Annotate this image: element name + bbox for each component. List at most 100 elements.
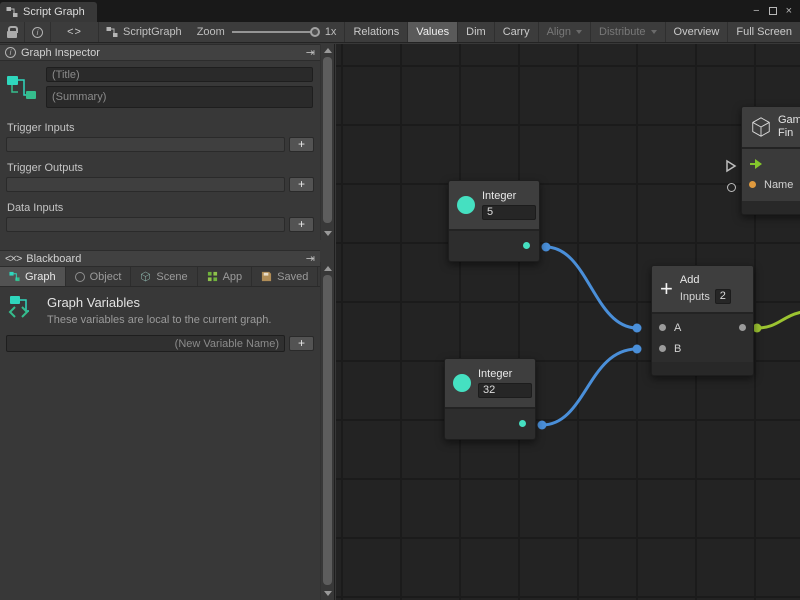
zoom-slider[interactable] xyxy=(232,31,318,33)
scene-tab-icon xyxy=(140,271,151,282)
tab-object-label: Object xyxy=(90,271,122,283)
node-ports xyxy=(445,409,535,439)
blackboard-tabs: Graph Object Scene App xyxy=(0,267,320,287)
inputs-count-field[interactable]: 2 xyxy=(715,289,731,304)
name-input-port[interactable] xyxy=(749,181,756,188)
inspect-button[interactable]: i xyxy=(25,22,51,42)
output-port[interactable] xyxy=(519,420,526,427)
node-integer-5[interactable]: Integer 5 xyxy=(448,180,540,262)
graph-variables-block: Graph Variables These variables are loca… xyxy=(0,287,320,330)
integer-type-icon xyxy=(457,196,475,214)
edit-source-button[interactable]: <> xyxy=(51,22,99,42)
graph-summary-input[interactable] xyxy=(46,86,313,108)
tab-scene[interactable]: Scene xyxy=(131,267,197,286)
maximize-icon[interactable] xyxy=(769,7,777,15)
blackboard-scrollbar[interactable] xyxy=(320,262,334,600)
distribute-button[interactable]: Distribute xyxy=(590,22,664,42)
dock-icon[interactable]: ⇥ xyxy=(306,46,315,59)
dock-icon[interactable]: ⇥ xyxy=(306,252,315,265)
data-inputs-row: + xyxy=(0,217,320,232)
code-icon: <> xyxy=(67,26,82,38)
zoom-slider-knob[interactable] xyxy=(310,27,320,37)
graph-canvas[interactable]: Integer 5 Integer 32 xyxy=(336,44,800,600)
values-button[interactable]: Values xyxy=(407,22,457,42)
minimize-button[interactable]: − xyxy=(753,5,759,17)
graph-toolbar: i <> ScriptGraph Zoom 1x Relations Value… xyxy=(0,22,800,43)
add-trigger-output-button[interactable]: + xyxy=(289,177,314,192)
node-header[interactable]: + Add Inputs 2 xyxy=(652,266,753,314)
close-icon[interactable]: × xyxy=(786,5,792,17)
saved-tab-icon xyxy=(261,271,272,282)
trigger-arrow-icon[interactable] xyxy=(749,158,763,170)
integer-value-field[interactable]: 5 xyxy=(482,205,536,220)
scrollbar-thumb[interactable] xyxy=(323,275,332,585)
wire-int2-to-add-b xyxy=(542,349,637,425)
distribute-label: Distribute xyxy=(599,26,645,38)
window-titlebar: Script Graph − × xyxy=(0,0,800,22)
relations-button[interactable]: Relations xyxy=(344,22,407,42)
tab-app[interactable]: App xyxy=(198,267,253,286)
tab-saved-label: Saved xyxy=(277,271,308,283)
data-inputs-list[interactable] xyxy=(6,217,285,232)
add-data-input-button[interactable]: + xyxy=(289,217,314,232)
node-integer-32[interactable]: Integer 32 xyxy=(444,358,536,440)
carry-button[interactable]: Carry xyxy=(494,22,538,42)
output-port[interactable] xyxy=(739,324,746,331)
tab-object[interactable]: Object xyxy=(66,267,132,286)
graph-variables-icon xyxy=(8,295,38,321)
tab-saved[interactable]: Saved xyxy=(252,267,318,286)
lock-button[interactable] xyxy=(0,22,25,42)
trigger-input-port-icon[interactable] xyxy=(725,159,737,173)
output-port[interactable] xyxy=(523,242,530,249)
dim-button[interactable]: Dim xyxy=(457,22,494,42)
trigger-outputs-list[interactable] xyxy=(6,177,285,192)
port-b-label: B xyxy=(674,343,681,355)
trigger-inputs-list[interactable] xyxy=(6,137,285,152)
overview-button[interactable]: Overview xyxy=(665,22,728,42)
scrollbar-thumb[interactable] xyxy=(323,57,332,223)
value-input-port-icon[interactable] xyxy=(727,183,736,192)
input-port-b[interactable] xyxy=(659,345,666,352)
graph-inspector-header: i Graph Inspector ⇥ xyxy=(0,44,320,61)
graph-title-input[interactable] xyxy=(46,67,313,82)
tab-graph-label: Graph xyxy=(25,271,56,283)
tab-script-graph[interactable]: Script Graph xyxy=(0,2,97,22)
input-port-a[interactable] xyxy=(659,324,666,331)
scroll-up-icon[interactable] xyxy=(324,266,332,271)
chevron-down-icon xyxy=(651,30,657,34)
fullscreen-button[interactable]: Full Screen xyxy=(727,22,800,42)
new-variable-input[interactable] xyxy=(6,335,285,352)
node-header[interactable]: Gam Fin xyxy=(742,107,800,149)
scroll-down-icon[interactable] xyxy=(324,591,332,596)
align-button[interactable]: Align xyxy=(538,22,590,42)
add-trigger-input-button[interactable]: + xyxy=(289,137,314,152)
trigger-port-row xyxy=(742,153,800,174)
scroll-down-icon[interactable] xyxy=(324,231,332,236)
tab-scene-label: Scene xyxy=(156,271,187,283)
add-variable-button[interactable]: + xyxy=(289,336,314,351)
add-icon: + xyxy=(660,279,673,299)
node-header[interactable]: Integer 32 xyxy=(445,359,535,409)
port-row-a: A xyxy=(652,317,753,338)
blackboard-title: Blackboard xyxy=(26,253,81,265)
node-ports xyxy=(449,231,539,261)
tab-graph[interactable]: Graph xyxy=(0,267,66,286)
new-variable-row: + xyxy=(0,330,320,357)
node-add[interactable]: + Add Inputs 2 A B xyxy=(651,265,754,376)
script-graph-window: Script Graph − × i <> ScriptGraph Zoom 1… xyxy=(0,0,800,600)
node-header[interactable]: Integer 5 xyxy=(449,181,539,231)
graph-asset-label: ScriptGraph xyxy=(99,22,189,42)
trigger-inputs-row: + xyxy=(0,137,320,152)
inspector-scrollbar[interactable] xyxy=(320,44,334,240)
node-ports: Name xyxy=(742,149,800,201)
app-tab-icon xyxy=(207,271,218,282)
wire-endpoint xyxy=(542,243,551,252)
object-tab-icon xyxy=(75,272,85,282)
node-partial-find[interactable]: Gam Fin Name xyxy=(741,106,800,215)
scroll-up-icon[interactable] xyxy=(324,48,332,53)
graph-asset-name: ScriptGraph xyxy=(123,26,182,38)
node-title-line1: Gam xyxy=(778,114,800,127)
name-port-label: Name xyxy=(764,179,793,191)
graph-variables-title: Graph Variables xyxy=(47,295,271,310)
integer-value-field[interactable]: 32 xyxy=(478,383,532,398)
